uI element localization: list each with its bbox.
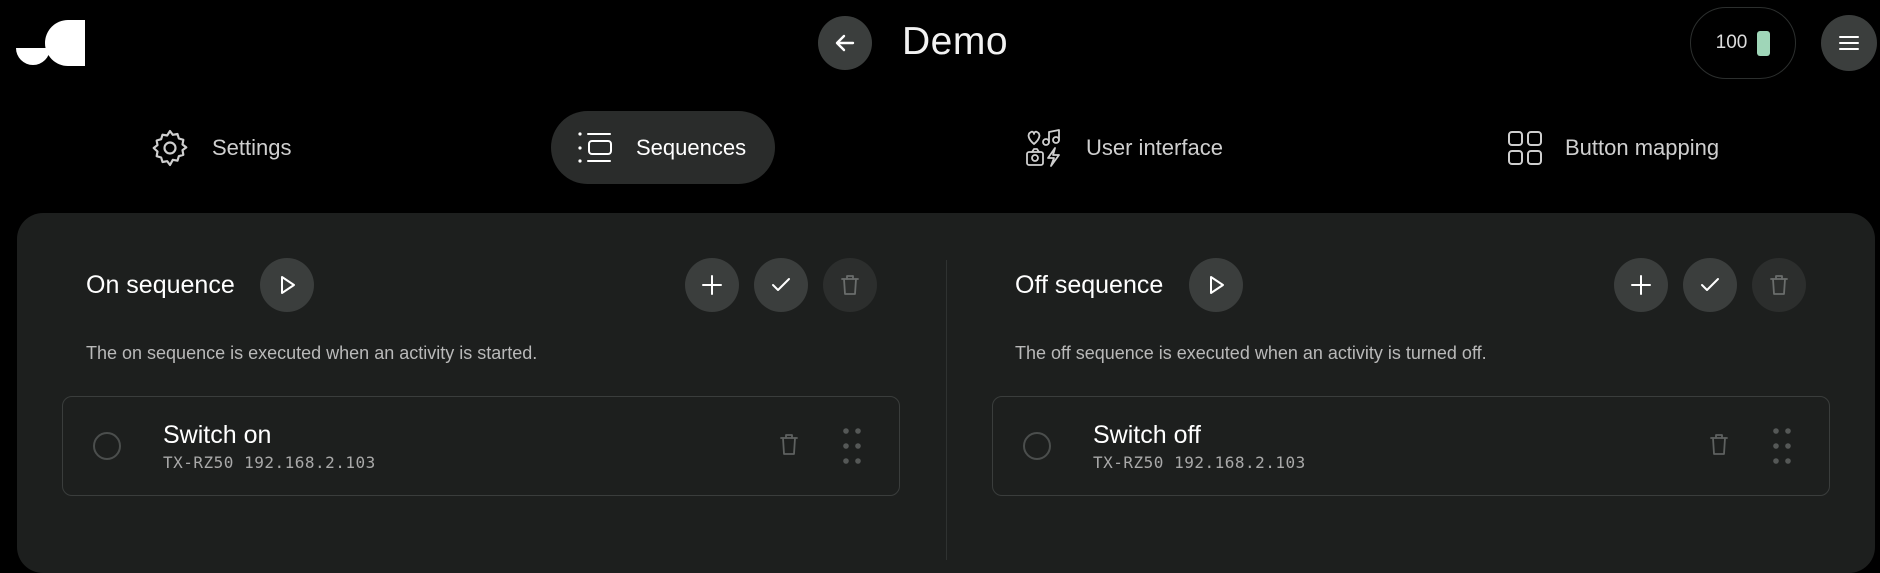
- step-device: TX-RZ50 192.168.2.103: [1093, 453, 1306, 472]
- on-sequence-description: The on sequence is executed when an acti…: [86, 343, 538, 363]
- battery-indicator[interactable]: 100: [1690, 7, 1796, 79]
- on-sequence-confirm-button[interactable]: [754, 258, 808, 312]
- back-button[interactable]: [818, 16, 872, 70]
- tab-sequences-label: Sequences: [636, 134, 747, 160]
- section-divider: [946, 260, 947, 560]
- gear-icon: [150, 128, 190, 168]
- tab-user-interface[interactable]: User interface: [1024, 111, 1223, 184]
- menu-button[interactable]: [1821, 15, 1877, 71]
- check-icon: [1699, 274, 1721, 296]
- tab-button-mapping[interactable]: Button mapping: [1507, 111, 1719, 184]
- tab-settings-label: Settings: [212, 134, 292, 160]
- tab-button-mapping-label: Button mapping: [1565, 134, 1720, 160]
- battery-icon: [1757, 30, 1771, 56]
- tab-sequences[interactable]: Sequences: [551, 111, 775, 184]
- list-icon: [576, 130, 614, 166]
- play-icon: [276, 274, 298, 296]
- off-sequence-confirm-button[interactable]: [1683, 258, 1737, 312]
- step-select-radio[interactable]: [1023, 432, 1051, 460]
- battery-value: 100: [1715, 32, 1748, 53]
- on-sequence-title: On sequence: [86, 271, 235, 299]
- step-device: TX-RZ50 192.168.2.103: [163, 453, 376, 472]
- step-name: Switch on: [163, 421, 272, 449]
- check-icon: [770, 274, 792, 296]
- play-icon: [1205, 274, 1227, 296]
- menu-icon: [1838, 34, 1860, 52]
- trash-icon[interactable]: [779, 433, 799, 457]
- logo-icon: [16, 20, 86, 66]
- trash-icon: [1769, 274, 1789, 296]
- on-sequence-play-button[interactable]: [260, 258, 314, 312]
- off-sequence-play-button[interactable]: [1189, 258, 1243, 312]
- grid-icon: [1507, 130, 1543, 166]
- on-sequence-delete-button[interactable]: [823, 258, 877, 312]
- arrow-left-icon: [833, 31, 857, 55]
- tab-settings[interactable]: Settings: [150, 111, 292, 184]
- on-sequence-add-button[interactable]: [685, 258, 739, 312]
- off-sequence-step[interactable]: Switch off TX-RZ50 192.168.2.103: [992, 396, 1830, 496]
- on-sequence-step[interactable]: Switch on TX-RZ50 192.168.2.103: [62, 396, 900, 496]
- off-sequence-description: The off sequence is executed when an act…: [1015, 343, 1487, 363]
- off-sequence-delete-button[interactable]: [1752, 258, 1806, 312]
- step-select-radio[interactable]: [93, 432, 121, 460]
- page-title: Demo: [902, 20, 1009, 63]
- plus-icon: [701, 274, 723, 296]
- plus-icon: [1630, 274, 1652, 296]
- off-sequence-add-button[interactable]: [1614, 258, 1668, 312]
- media-icon: [1024, 128, 1064, 168]
- trash-icon: [840, 274, 860, 296]
- drag-handle-icon[interactable]: [1773, 427, 1791, 465]
- trash-icon[interactable]: [1709, 433, 1729, 457]
- off-sequence-title: Off sequence: [1015, 271, 1164, 299]
- step-name: Switch off: [1093, 421, 1201, 449]
- drag-handle-icon[interactable]: [843, 427, 861, 465]
- tab-user-interface-label: User interface: [1086, 134, 1223, 160]
